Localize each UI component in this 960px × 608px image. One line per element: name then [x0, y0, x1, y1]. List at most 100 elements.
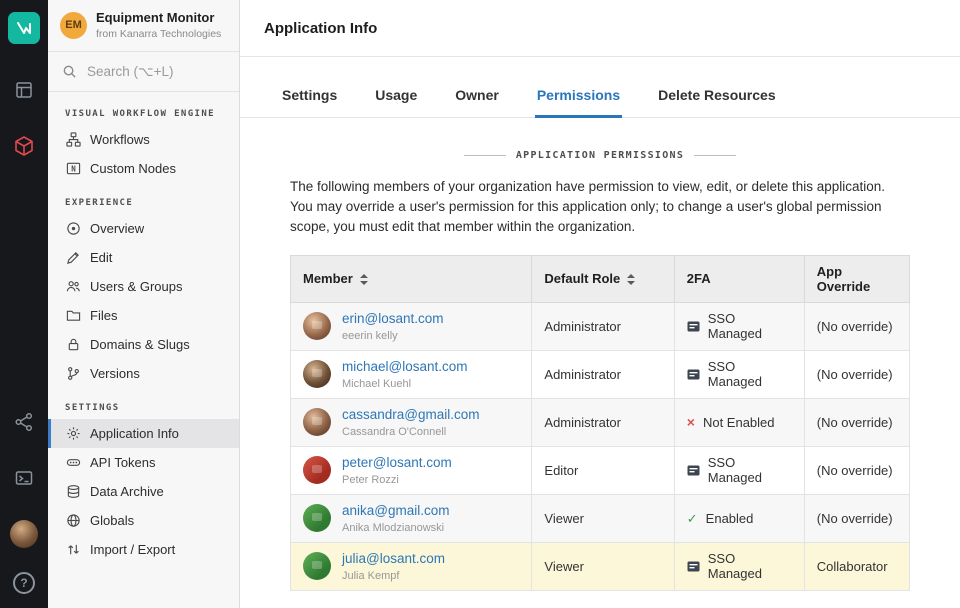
app-subtitle: from Kanarra Technologies: [96, 28, 221, 40]
sidebar-item-application-info[interactable]: Application Info: [48, 419, 239, 448]
avatar: [303, 456, 331, 484]
sidebar-item-files[interactable]: Files: [48, 301, 239, 330]
search-box[interactable]: [48, 52, 239, 92]
token-icon: [65, 454, 81, 470]
table-row: peter@losant.com Peter Rozzi Editor SSO …: [291, 446, 910, 494]
section-label-workflow-engine: VISUAL WORKFLOW ENGINE: [65, 109, 239, 119]
sidebar-item-workflows[interactable]: Workflows: [48, 125, 239, 154]
sidebar-item-import-export[interactable]: Import / Export: [48, 535, 239, 564]
terminal-icon[interactable]: [0, 450, 48, 506]
role-cell: Editor: [532, 446, 674, 494]
page-header: Application Info: [240, 0, 960, 57]
avatar: [303, 408, 331, 436]
user-avatar[interactable]: [10, 520, 38, 548]
section-legend: APPLICATION PERMISSIONS: [290, 150, 910, 161]
role-cell: Administrator: [532, 398, 674, 446]
table-row: erin@losant.com eeerin kelly Administrat…: [291, 302, 910, 350]
sidebar-item-label: Custom Nodes: [90, 161, 176, 176]
lock-icon: [65, 336, 81, 352]
sidebar-item-label: Import / Export: [90, 542, 175, 557]
override-cell: (No override): [804, 494, 909, 542]
search-input[interactable]: [85, 63, 220, 80]
permissions-panel: APPLICATION PERMISSIONS The following me…: [240, 118, 960, 608]
users-icon: [65, 278, 81, 294]
tab-usage[interactable]: Usage: [373, 77, 419, 118]
tab-delete-resources[interactable]: Delete Resources: [656, 77, 778, 118]
import-export-icon: [65, 541, 81, 557]
folder-icon: [65, 307, 81, 323]
member-email-link[interactable]: peter@losant.com: [342, 455, 452, 471]
tfa-label: Not Enabled: [703, 415, 775, 430]
override-cell: (No override): [804, 446, 909, 494]
sso-badge-icon: [687, 320, 700, 333]
app-switcher[interactable]: EM Equipment Monitor from Kanarra Techno…: [48, 0, 239, 52]
sidebar-item-label: Users & Groups: [90, 279, 182, 294]
override-cell: Collaborator: [804, 542, 909, 590]
custom-nodes-icon: N: [65, 160, 81, 176]
sort-icon[interactable]: [627, 274, 635, 285]
losant-logo[interactable]: [8, 12, 40, 44]
svg-text:N: N: [71, 164, 76, 173]
tfa-label: SSO Managed: [708, 311, 792, 341]
edit-icon: [65, 249, 81, 265]
sidebar-item-label: API Tokens: [90, 455, 156, 470]
sidebar-item-label: Files: [90, 308, 117, 323]
role-cell: Administrator: [532, 350, 674, 398]
tfa-label: SSO Managed: [708, 455, 792, 485]
sidebar-item-custom-nodes[interactable]: N Custom Nodes: [48, 154, 239, 183]
check-icon: ✓: [687, 512, 698, 525]
member-name: Peter Rozzi: [342, 474, 452, 486]
tab-settings[interactable]: Settings: [280, 77, 339, 118]
applications-icon[interactable]: [0, 118, 48, 174]
sidebar-item-overview[interactable]: Overview: [48, 214, 239, 243]
sidebar-item-label: Edit: [90, 250, 112, 265]
member-email-link[interactable]: erin@losant.com: [342, 311, 444, 327]
table-row: michael@losant.com Michael Kuehl Adminis…: [291, 350, 910, 398]
column-header-2fa: 2FA: [674, 255, 804, 302]
workflows-icon: [65, 131, 81, 147]
sidebar-item-globals[interactable]: Globals: [48, 506, 239, 535]
member-name: Michael Kuehl: [342, 378, 468, 390]
legend-line-right: [694, 155, 736, 156]
gear-icon: [65, 425, 81, 441]
dashboards-icon[interactable]: [0, 62, 48, 118]
column-header-app-override: App Override: [804, 255, 909, 302]
table-row: cassandra@gmail.com Cassandra O'Connell …: [291, 398, 910, 446]
tab-permissions[interactable]: Permissions: [535, 77, 622, 118]
member-email-link[interactable]: julia@losant.com: [342, 551, 445, 567]
globe-icon: [65, 512, 81, 528]
help-icon[interactable]: ?: [13, 572, 35, 594]
table-row-highlighted: julia@losant.com Julia Kempf Viewer SSO …: [291, 542, 910, 590]
column-header-member[interactable]: Member: [291, 255, 532, 302]
sidebar-item-label: Overview: [90, 221, 144, 236]
member-email-link[interactable]: anika@gmail.com: [342, 503, 450, 519]
section-label-settings: SETTINGS: [65, 403, 239, 413]
sidebar-item-edit[interactable]: Edit: [48, 243, 239, 272]
table-header-row: Member Default Role 2FA App Override: [291, 255, 910, 302]
left-rail: ?: [0, 0, 48, 608]
app-badge: EM: [60, 12, 87, 39]
role-cell: Viewer: [532, 542, 674, 590]
member-email-link[interactable]: michael@losant.com: [342, 359, 468, 375]
column-header-default-role[interactable]: Default Role: [532, 255, 674, 302]
sso-badge-icon: [687, 368, 700, 381]
main-content: Application Info Settings Usage Owner Pe…: [240, 0, 960, 608]
archive-icon: [65, 483, 81, 499]
sidebar-item-versions[interactable]: Versions: [48, 359, 239, 388]
page-title: Application Info: [264, 20, 377, 37]
sort-icon[interactable]: [360, 274, 368, 285]
sidebar-item-label: Globals: [90, 513, 134, 528]
member-name: Anika Mlodzianowski: [342, 522, 450, 534]
sidebar-nav: VISUAL WORKFLOW ENGINE Workflows N Custo…: [48, 92, 239, 608]
sidebar-item-domains-slugs[interactable]: Domains & Slugs: [48, 330, 239, 359]
sidebar-item-label: Data Archive: [90, 484, 164, 499]
sidebar-item-data-archive[interactable]: Data Archive: [48, 477, 239, 506]
sidebar-item-label: Workflows: [90, 132, 150, 147]
sidebar-item-api-tokens[interactable]: API Tokens: [48, 448, 239, 477]
nodes-icon[interactable]: [0, 394, 48, 450]
member-email-link[interactable]: cassandra@gmail.com: [342, 407, 480, 423]
sidebar-item-users-groups[interactable]: Users & Groups: [48, 272, 239, 301]
search-icon: [62, 64, 77, 79]
help-label: ?: [20, 576, 27, 590]
tab-owner[interactable]: Owner: [453, 77, 501, 118]
